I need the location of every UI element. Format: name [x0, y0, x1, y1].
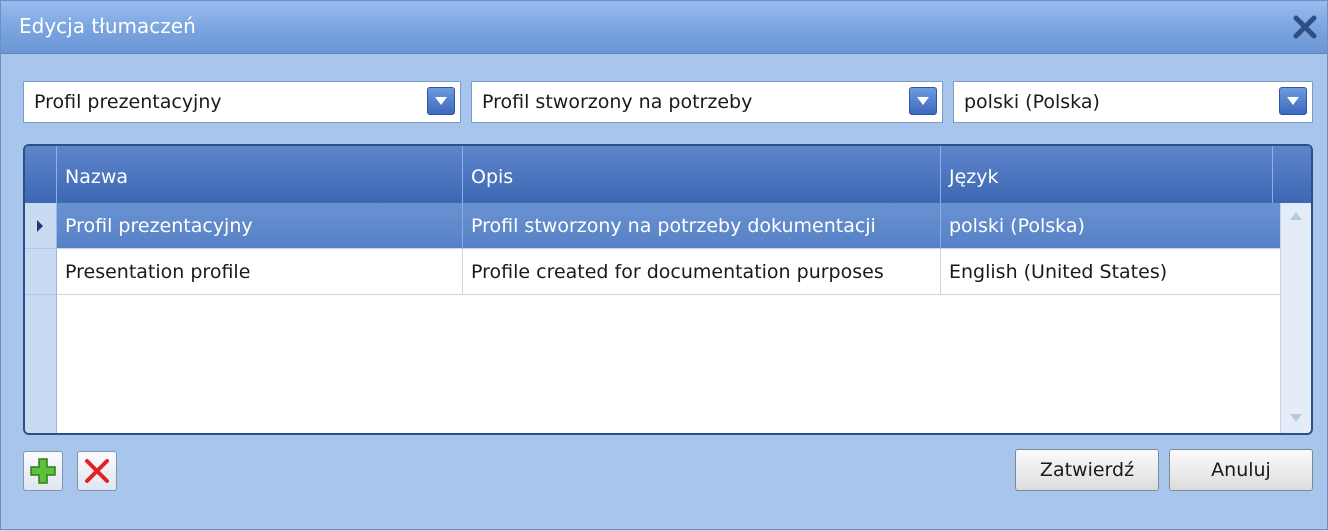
table-row[interactable]: Presentation profile Profile created for… — [25, 249, 1281, 295]
translations-grid: Nazwa Opis Język Profil prezentacyjny Pr… — [23, 144, 1313, 435]
description-combo[interactable]: Profil stworzony na potrzeby — [471, 81, 943, 123]
header-corner — [25, 146, 57, 203]
language-combo[interactable]: polski (Polska) — [953, 81, 1313, 123]
cell-description: Profil stworzony na potrzeby dokumentacj… — [463, 203, 941, 249]
delete-button[interactable] — [77, 451, 117, 491]
scroll-up-icon[interactable] — [1289, 211, 1303, 221]
row-header-strip — [25, 295, 57, 433]
cell-language: English (United States) — [941, 249, 1281, 295]
scroll-down-icon[interactable] — [1289, 413, 1303, 423]
header-filler — [1273, 146, 1311, 203]
cell-name: Profil prezentacyjny — [57, 203, 463, 249]
cell-description: Profile created for documentation purpos… — [463, 249, 941, 295]
name-combo-value: Profil prezentacyjny — [34, 91, 222, 113]
column-header-name[interactable]: Nazwa — [57, 146, 463, 203]
add-icon — [30, 458, 56, 484]
vertical-scrollbar[interactable] — [1280, 203, 1311, 433]
table-row[interactable]: Profil prezentacyjny Profil stworzony na… — [25, 203, 1281, 249]
column-header-description[interactable]: Opis — [463, 146, 941, 203]
description-combo-value: Profil stworzony na potrzeby — [482, 91, 753, 113]
name-combo[interactable]: Profil prezentacyjny — [23, 81, 461, 123]
chevron-down-icon[interactable] — [427, 87, 455, 115]
confirm-button[interactable]: Zatwierdź — [1015, 449, 1159, 491]
translation-edit-dialog: Edycja tłumaczeń Profil prezentacyjny Pr… — [0, 0, 1328, 530]
language-combo-value: polski (Polska) — [964, 91, 1100, 113]
delete-icon — [85, 459, 109, 483]
close-icon[interactable] — [1291, 13, 1319, 41]
cell-language: polski (Polska) — [941, 203, 1281, 249]
chevron-down-icon[interactable] — [909, 87, 937, 115]
cell-name: Presentation profile — [57, 249, 463, 295]
chevron-down-icon[interactable] — [1279, 87, 1307, 115]
column-header-language[interactable]: Język — [941, 146, 1273, 203]
grid-header: Nazwa Opis Język — [25, 146, 1311, 203]
cancel-button[interactable]: Anuluj — [1169, 449, 1313, 491]
dialog-title: Edycja tłumaczeń — [19, 14, 196, 38]
title-bar[interactable]: Edycja tłumaczeń — [1, 1, 1327, 54]
add-button[interactable] — [23, 451, 63, 491]
